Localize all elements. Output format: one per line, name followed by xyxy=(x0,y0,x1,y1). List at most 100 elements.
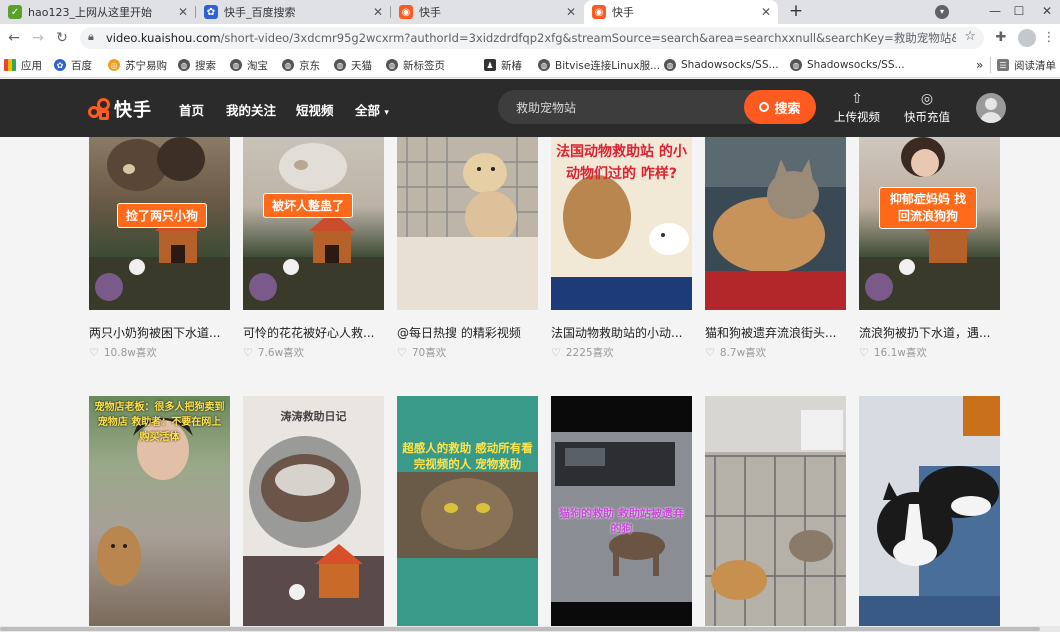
site-search-button[interactable]: 搜索 xyxy=(744,90,816,124)
video-title[interactable]: 猫和狗被遗弃流浪街头... xyxy=(705,324,850,341)
video-caption: 法国动物救助站 的小动物们过的 咋样? xyxy=(556,144,687,182)
recharge-button[interactable]: ◎ 快币充值 xyxy=(899,89,955,125)
injured-animal-bowl-illustration xyxy=(243,436,384,626)
reload-icon[interactable]: ↻ xyxy=(52,28,72,48)
globe-icon: ◍ xyxy=(664,59,676,71)
video-thumbnail[interactable]: 法国动物救助站 的小动物们过的 咋样? xyxy=(551,137,692,310)
heart-icon: ♡ xyxy=(859,346,869,359)
globe-icon: ◍ xyxy=(790,59,802,71)
video-likes: ♡ 2225喜欢 xyxy=(551,345,614,360)
site-search-input[interactable] xyxy=(516,98,726,116)
close-icon[interactable]: ✕ xyxy=(563,5,579,19)
nav-home[interactable]: 首页 xyxy=(179,100,204,119)
video-thumbnail[interactable] xyxy=(705,396,846,626)
nav-following[interactable]: 我的关注 xyxy=(226,100,276,119)
video-thumbnail[interactable] xyxy=(397,137,538,310)
close-icon[interactable]: ✕ xyxy=(370,5,386,19)
video-caption: 被坏人整蛊了 xyxy=(263,193,354,218)
heart-icon: ♡ xyxy=(89,346,99,359)
upload-video-button[interactable]: ⇧ 上传视频 xyxy=(829,89,885,125)
back-icon[interactable]: ← xyxy=(4,28,24,48)
bookmark-label: 淘宝 xyxy=(247,59,268,72)
video-thumbnail[interactable]: 抑郁症妈妈 找回流浪狗狗 xyxy=(859,137,1000,310)
browser-tab-baidu[interactable]: ✿ 快手_百度搜索 ✕ xyxy=(196,0,390,24)
video-thumbnail[interactable]: 捡了两只小狗 xyxy=(89,137,230,310)
heart-icon: ♡ xyxy=(551,346,561,359)
bookmark-baidu[interactable]: ✿ 百度 xyxy=(54,57,92,73)
video-title[interactable]: @每日热搜 的精彩视频 xyxy=(397,324,542,341)
tab-title: 快手 xyxy=(419,6,441,19)
browser-tab-strip: ✓ hao123_上网从这里开始 ✕ ✿ 快手_百度搜索 ✕ ◉ 快手 ✕ ◉ … xyxy=(0,0,1060,24)
video-caption: 捡了两只小狗 xyxy=(117,203,208,228)
video-title[interactable]: 可怜的花花被好心人救... xyxy=(243,324,388,341)
profile-avatar-icon[interactable] xyxy=(1018,29,1036,47)
video-title[interactable]: 法国动物救助站的小动... xyxy=(551,324,696,341)
heart-icon: ♡ xyxy=(243,346,253,359)
new-tab-button[interactable]: + xyxy=(786,0,806,24)
menu-kebab-icon[interactable]: ⋮ xyxy=(1040,29,1058,47)
window-close-icon[interactable]: ✕ xyxy=(1036,0,1058,24)
bookmark-label: 新标签页 xyxy=(403,59,445,72)
user-avatar[interactable] xyxy=(976,93,1006,123)
minimize-icon[interactable]: — xyxy=(984,0,1006,24)
video-thumbnail[interactable]: 被坏人整蛊了 xyxy=(243,137,384,310)
lock-icon: 🔒︎ xyxy=(88,30,94,43)
browser-tab-hao123[interactable]: ✓ hao123_上网从这里开始 ✕ xyxy=(0,0,195,24)
reading-list-button[interactable]: ☰ 阅读清单 xyxy=(990,57,1056,73)
more-bookmarks-button[interactable]: » xyxy=(976,57,983,73)
forward-icon[interactable]: → xyxy=(28,28,48,48)
site-header: 快手 首页 我的关注 短视频 全部 ▾ 搜索 ⇧ 上传视频 ◎ 快币充值 xyxy=(0,79,1060,137)
video-likes: ♡ 70喜欢 xyxy=(397,345,446,360)
maximize-icon[interactable]: ☐ xyxy=(1008,0,1030,24)
tab-search-icon[interactable]: ▾ xyxy=(935,5,949,19)
globe-icon: ◍ xyxy=(386,59,398,71)
bookmark-taobao[interactable]: ◍ 淘宝 xyxy=(230,57,268,73)
close-icon[interactable]: ✕ xyxy=(175,5,191,19)
video-thumbnail[interactable]: 猫狗的救助 救助站被遗弃的狗 xyxy=(551,396,692,626)
url-path: /short-video/3xdcmr95g2wcxrm?authorId=3x… xyxy=(220,31,956,45)
bookmark-label: 京东 xyxy=(299,59,320,72)
nav-short-video[interactable]: 短视频 xyxy=(296,100,334,119)
bookmark-bitvise[interactable]: ◍ Bitvise连接Linux服... xyxy=(538,57,660,73)
address-bar[interactable]: 🔒︎ video.kuaishou.com/short-video/3xdcmr… xyxy=(80,27,984,49)
bookmark-label: Shadowsocks/SS... xyxy=(681,59,779,71)
nav-all[interactable]: 全部 ▾ xyxy=(355,100,389,119)
video-thumbnail[interactable]: 超感人的救助 感动所有看完视频的人 宠物救助 xyxy=(397,396,538,626)
globe-icon: ◍ xyxy=(230,59,242,71)
browser-tab-kuaishou-active[interactable]: ◉ 快手 ✕ xyxy=(584,0,778,24)
bookmark-shadowsocks-2[interactable]: ◍ Shadowsocks/SS... xyxy=(790,57,905,73)
likes-count: 70喜欢 xyxy=(411,347,447,359)
tab-title: 快手_百度搜索 xyxy=(224,6,296,19)
video-title[interactable]: 流浪狗被扔下水道，遇... xyxy=(859,324,1004,341)
close-icon[interactable]: ✕ xyxy=(758,5,774,19)
video-thumbnail[interactable]: 宠物店老板：很多人把狗卖到宠物店 救助者：不要在网上购买活体 xyxy=(89,396,230,626)
cat-and-dog-illustration xyxy=(705,137,846,310)
kuaishou-logo[interactable]: 快手 xyxy=(88,96,152,122)
browser-tab-kuaishou-1[interactable]: ◉ 快手 ✕ xyxy=(391,0,583,24)
video-thumbnail[interactable]: 涛涛救助日记 xyxy=(243,396,384,626)
address-url[interactable]: video.kuaishou.com/short-video/3xdcmr95g… xyxy=(106,30,956,46)
horizontal-scrollbar[interactable] xyxy=(0,626,1060,632)
bookmark-newtab[interactable]: ◍ 新标签页 xyxy=(386,57,445,73)
bookmark-tmall[interactable]: ◍ 天猫 xyxy=(334,57,372,73)
extensions-puzzle-icon[interactable]: ✚ xyxy=(992,29,1010,47)
puppy-cage-illustration xyxy=(397,137,538,310)
video-thumbnail[interactable] xyxy=(705,137,846,310)
bookmark-jd[interactable]: ◍ 京东 xyxy=(282,57,320,73)
likes-count: 8.7w喜欢 xyxy=(719,347,767,359)
video-title[interactable]: 两只小奶狗被困下水道... xyxy=(89,324,234,341)
bookmark-shadowsocks-1[interactable]: ◍ Shadowsocks/SS... xyxy=(664,57,779,73)
bookmark-star-icon[interactable]: ☆ xyxy=(964,29,976,44)
video-likes: ♡ 10.8w喜欢 xyxy=(89,345,157,360)
scrollbar-thumb[interactable] xyxy=(0,627,1040,631)
bookmark-apps[interactable]: 应用 xyxy=(4,57,42,73)
bookmark-suning[interactable]: ◎ 苏宁易购 xyxy=(108,57,167,73)
heart-icon: ♡ xyxy=(705,346,715,359)
recharge-label: 快币充值 xyxy=(904,110,950,124)
bookmark-xinchun[interactable]: ♟ 新椿 xyxy=(484,57,522,73)
tab-title: 快手 xyxy=(612,6,634,19)
bookmark-label: 天猫 xyxy=(351,59,372,72)
bookmark-search[interactable]: ◍ 搜索 xyxy=(178,57,216,73)
nav-all-label: 全部 xyxy=(355,103,381,118)
video-thumbnail[interactable] xyxy=(859,396,1000,626)
